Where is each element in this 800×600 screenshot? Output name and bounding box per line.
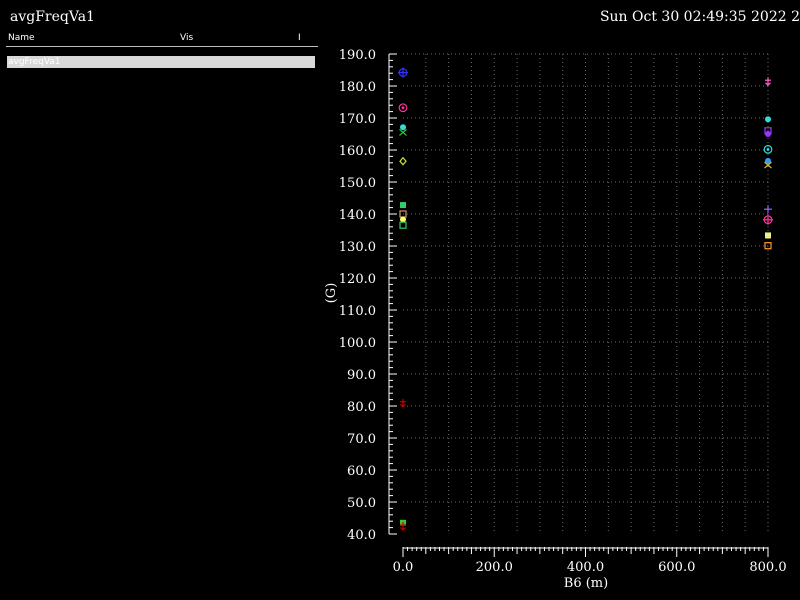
scatter-chart: 40.0 50.0 60.0 70.0 80.0 90.0 100.0 110.0 120.0 1… (324, 48, 787, 591)
x-axis: 0.0 200.0 400.0 600.0 800.0 (393, 547, 787, 575)
x-tick-label: 800.0 (749, 560, 786, 575)
data-point (399, 128, 407, 136)
y-tick-label: 80.0 (347, 400, 376, 415)
y-tick-label: 130.0 (339, 240, 376, 255)
data-point (764, 205, 772, 214)
y-tick-label: 90.0 (347, 368, 376, 383)
data-point (400, 202, 406, 209)
y-axis: 40.0 50.0 60.0 70.0 80.0 90.0 100.0 110.0 120.0 1… (339, 48, 397, 543)
y-tick-label: 190.0 (339, 48, 376, 63)
grid-lines (403, 53, 769, 534)
y-tick-label: 140.0 (339, 208, 376, 223)
data-point (400, 124, 406, 131)
data-point (400, 216, 406, 223)
x-tick-label: 0.0 (393, 560, 414, 575)
y-tick-label: 120.0 (339, 272, 376, 287)
data-point (765, 131, 771, 137)
y-tick-label: 100.0 (339, 336, 376, 351)
data-point (399, 156, 407, 166)
data-point (400, 398, 406, 408)
data-point (765, 77, 771, 87)
y-tick-label: 60.0 (347, 464, 376, 479)
data-point (763, 214, 773, 225)
data-point (765, 232, 771, 239)
y-tick-label: 180.0 (339, 80, 376, 95)
y-tick-label: 170.0 (339, 112, 376, 127)
data-point (398, 67, 408, 78)
x-tick-label: 600.0 (658, 560, 695, 575)
y-tick-label: 110.0 (339, 304, 376, 319)
data-point (398, 103, 408, 113)
data-point (765, 116, 771, 123)
y-axis-label: (G) (324, 283, 339, 304)
x-tick-label: 200.0 (476, 560, 513, 575)
y-tick-label: 150.0 (339, 176, 376, 191)
axes (388, 54, 768, 549)
y-tick-label: 40.0 (347, 528, 376, 543)
x-tick-label: 400.0 (567, 560, 604, 575)
y-tick-label: 160.0 (339, 144, 376, 159)
y-tick-label: 50.0 (347, 496, 376, 511)
data-point (399, 221, 407, 229)
x-axis-label: B6 (m) (564, 576, 608, 591)
y-tick-label: 70.0 (347, 432, 376, 447)
